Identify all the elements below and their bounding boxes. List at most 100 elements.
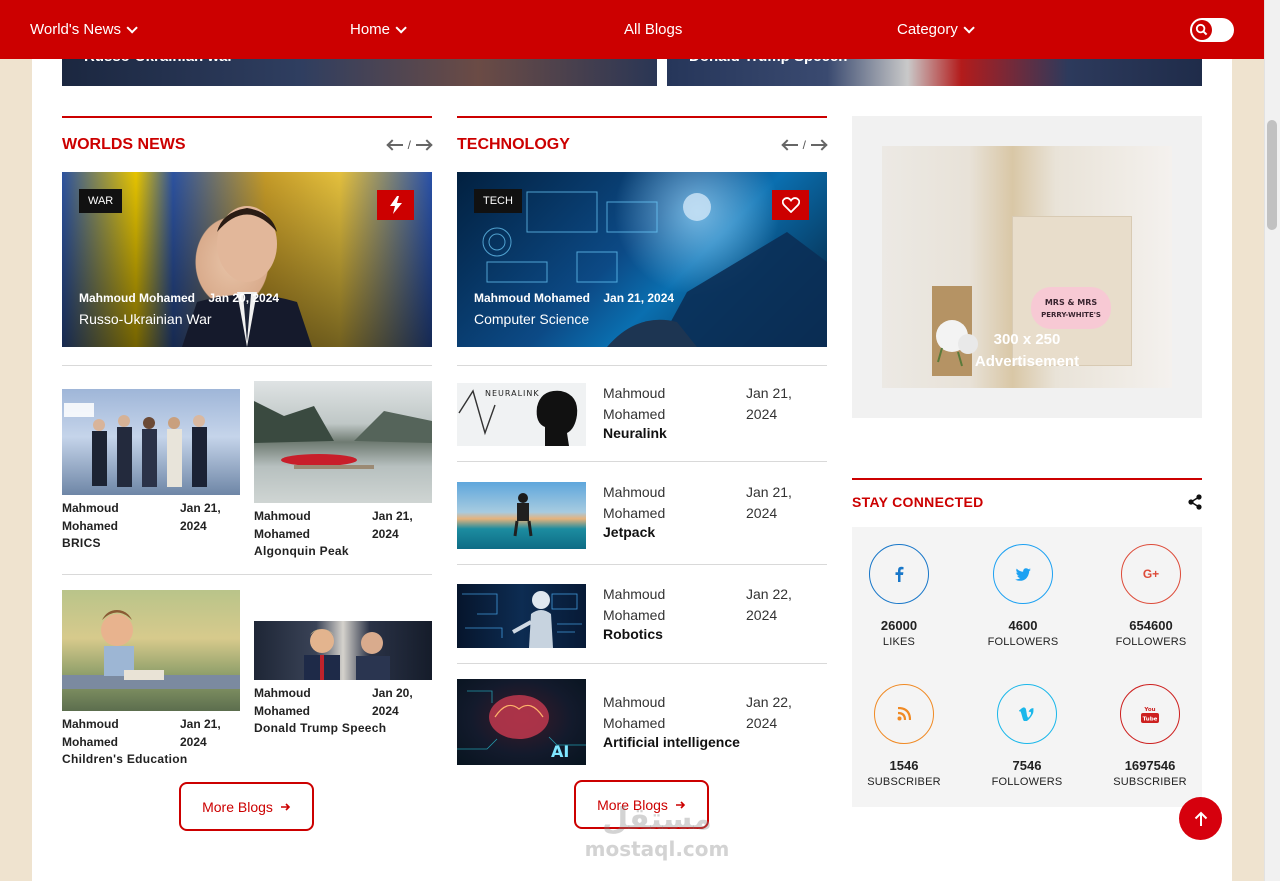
category-badge[interactable]: TECH	[474, 189, 522, 213]
arrow-left-icon[interactable]	[782, 139, 800, 151]
item-date: Jan 22, 2024	[746, 586, 792, 623]
tech-item-ai[interactable]: AI Mahmoud Mohamed Jan 22, 2024 Artifici…	[457, 679, 827, 772]
social-count: 1697546	[1124, 758, 1176, 773]
social-twitter[interactable]: 4600 FOLLOWERS	[968, 544, 1078, 648]
chevron-down-icon	[963, 21, 975, 34]
mostaql-watermark: مستقل mostaql.com	[562, 802, 752, 861]
news-card-trump[interactable]: Mahmoud Mohamed Jan 20, 2024 Donald Trum…	[254, 621, 432, 736]
worlds-news-header: WORLDS NEWS /	[62, 116, 432, 153]
feature-date: Jan 20, 2024	[208, 291, 280, 305]
arrow-right-icon[interactable]	[809, 139, 827, 151]
nav-all-blogs[interactable]: All Blogs	[624, 0, 682, 59]
social-facebook[interactable]: 26000 LIKES	[844, 544, 954, 648]
technology-title: TECHNOLOGY	[457, 136, 570, 153]
arrow-separator: /	[802, 138, 806, 152]
divider	[457, 461, 827, 462]
search-toggle[interactable]	[1190, 18, 1234, 42]
card-title[interactable]: Algonquin Peak	[254, 543, 432, 559]
item-title[interactable]: Neuralink	[603, 425, 667, 441]
item-title[interactable]: Artificial intelligence	[603, 734, 740, 750]
nav-home[interactable]: Home	[350, 0, 407, 59]
item-image	[457, 482, 586, 549]
rss-icon[interactable]	[874, 684, 934, 744]
vimeo-icon[interactable]	[997, 684, 1057, 744]
worlds-news-title: WORLDS NEWS	[62, 136, 186, 153]
social-vimeo[interactable]: 7546 FOLLOWERS	[972, 684, 1082, 788]
item-date: Jan 21, 2024	[746, 484, 792, 521]
feature-title[interactable]: Computer Science	[474, 311, 589, 327]
card-author: Mahmoud Mohamed	[254, 509, 311, 541]
google-plus-icon[interactable]: G+	[1121, 544, 1181, 604]
card-date: Jan 20, 2024	[372, 686, 413, 718]
heart-icon[interactable]	[772, 190, 809, 220]
stay-connected-header: STAY CONNECTED	[852, 478, 1202, 518]
scrollbar-track[interactable]	[1264, 0, 1280, 881]
tech-item-robotics[interactable]: Mahmoud Mohamed Jan 22, 2024 Robotics	[457, 584, 827, 664]
twitter-icon[interactable]	[993, 544, 1053, 604]
share-icon[interactable]	[1188, 494, 1202, 510]
tech-item-neuralink[interactable]: NEURALINK Mahmoud Mohamed Jan 21, 2024 N…	[457, 383, 827, 463]
ad-size: 300 x 250	[993, 331, 1061, 348]
nav-category[interactable]: Category	[897, 0, 975, 59]
technology-header: TECHNOLOGY /	[457, 116, 827, 153]
arrow-left-icon[interactable]	[387, 139, 405, 151]
feature-meta: Mahmoud Mohamed Jan 21, 2024	[474, 291, 674, 305]
chevron-down-icon	[126, 21, 138, 34]
feature-author: Mahmoud Mohamed	[79, 291, 195, 305]
worlds-news-feature[interactable]: WAR Mahmoud Mohamed Jan 20, 2024 Russo-U…	[62, 172, 432, 347]
card-image	[254, 381, 432, 503]
card-meta: Mahmoud Mohamed Jan 21, 2024	[254, 507, 432, 543]
card-meta: Mahmoud Mohamed Jan 21, 2024	[62, 499, 240, 535]
advertisement-box[interactable]: MRS & MRS PERRY-WHITE'S 300 x 250 Advert…	[852, 116, 1202, 418]
lightning-icon[interactable]	[377, 190, 414, 220]
social-rss[interactable]: 1546 SUBSCRIBER	[849, 684, 959, 788]
back-to-top-button[interactable]	[1179, 797, 1222, 840]
card-title[interactable]: BRICS	[62, 535, 240, 551]
nav-label: All Blogs	[624, 21, 683, 38]
item-image: AI	[457, 679, 586, 765]
facebook-icon[interactable]	[869, 544, 929, 604]
card-image	[254, 621, 432, 680]
item-author: Mahmoud Mohamed	[603, 484, 666, 521]
card-meta: Mahmoud Mohamed Jan 21, 2024	[62, 715, 240, 751]
stay-connected-title: STAY CONNECTED	[852, 494, 984, 510]
youtube-icon[interactable]: You Tube	[1120, 684, 1180, 744]
ad-caption: Advertisement	[974, 353, 1080, 370]
divider	[62, 574, 432, 575]
google-plus-glyph: G+	[1142, 567, 1160, 581]
advertisement-label: 300 x 250 Advertisement	[882, 329, 1172, 373]
watermark-arabic: مستقل	[602, 802, 712, 837]
search-icon[interactable]	[1192, 20, 1212, 40]
card-image	[62, 590, 240, 711]
item-image: NEURALINK	[457, 383, 586, 446]
card-title[interactable]: Donald Trump Speech	[254, 720, 432, 736]
news-card-algonquin[interactable]: Mahmoud Mohamed Jan 21, 2024 Algonquin P…	[254, 381, 432, 559]
card-title[interactable]: Children's Education	[62, 751, 240, 767]
more-blogs-label: More Blogs	[202, 798, 273, 815]
card-date: Jan 21, 2024	[372, 509, 413, 541]
social-count: 1546	[889, 758, 919, 773]
worlds-news-more-button[interactable]: More Blogs	[179, 782, 314, 831]
social-count: 654600	[1129, 618, 1173, 633]
nav-label: Home	[350, 21, 391, 38]
feature-title[interactable]: Russo-Ukrainian War	[79, 311, 212, 327]
item-title[interactable]: Robotics	[603, 626, 663, 642]
social-count: 4600	[1008, 618, 1038, 633]
item-title[interactable]: Jetpack	[603, 524, 655, 540]
tech-item-jetpack[interactable]: Mahmoud Mohamed Jan 21, 2024 Jetpack	[457, 482, 827, 562]
social-youtube[interactable]: You Tube 1697546 SUBSCRIBER	[1095, 684, 1205, 788]
category-badge[interactable]: WAR	[79, 189, 123, 213]
arrow-up-icon	[1194, 811, 1207, 826]
card-date: Jan 21, 2024	[180, 717, 221, 749]
arrow-right-icon[interactable]	[414, 139, 432, 151]
nav-worlds-news[interactable]: World's News	[30, 0, 138, 59]
technology-feature[interactable]: TECH Mahmoud Mohamed Jan 21, 2024 Comput…	[457, 172, 827, 347]
social-google-plus[interactable]: G+ 654600 FOLLOWERS	[1096, 544, 1206, 648]
news-card-brics[interactable]: Mahmoud Mohamed Jan 21, 2024 BRICS	[62, 389, 240, 551]
card-author: Mahmoud Mohamed	[62, 501, 119, 533]
news-card-education[interactable]: Mahmoud Mohamed Jan 21, 2024 Children's …	[62, 590, 240, 767]
card-author: Mahmoud Mohamed	[254, 686, 311, 718]
item-author: Mahmoud Mohamed	[603, 385, 666, 422]
scrollbar-thumb[interactable]	[1267, 120, 1277, 230]
tote-bag-label: MRS & MRS PERRY-WHITE'S	[1031, 287, 1111, 329]
